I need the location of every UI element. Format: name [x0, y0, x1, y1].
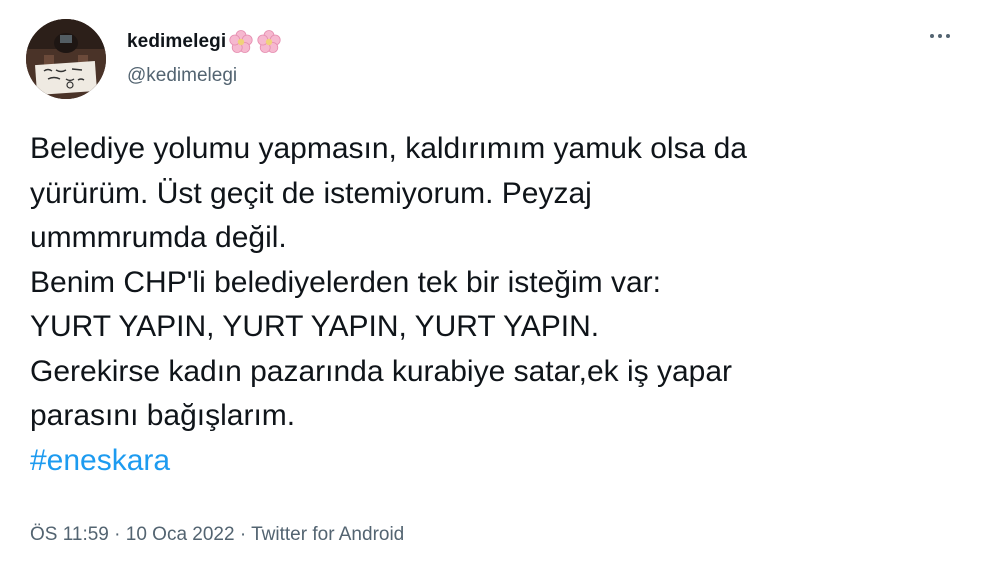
meta-separator: · — [239, 524, 247, 545]
tweet-line: YURT YAPIN, YURT YAPIN, YURT YAPIN. — [30, 310, 600, 343]
author-handle[interactable]: @kedimelegi — [127, 65, 237, 87]
author-name-row[interactable]: kedimelegi — [127, 29, 282, 55]
tweet-line: parasını bağışlarım. — [30, 399, 296, 432]
flower-emoji-icon — [228, 29, 254, 55]
tweet-line: yürürüm. Üst geçit de istemiyorum. Peyza… — [30, 176, 592, 210]
tweet-line: Belediye yolumu yapmasın, kaldırımım yam… — [30, 132, 747, 165]
flower-emoji-icon — [256, 29, 282, 55]
avatar-image — [26, 19, 106, 99]
tweet-source[interactable]: Twitter for Android — [251, 524, 404, 545]
avatar[interactable] — [26, 19, 106, 99]
more-dot — [930, 34, 934, 38]
tweet-line: ummmrumda değil. — [30, 221, 287, 254]
tweet-text: Belediye yolumu yapmasın, kaldırımım yam… — [30, 127, 950, 483]
meta-separator: · — [114, 524, 121, 545]
more-dot — [938, 34, 942, 38]
tweet-meta: ÖS 11:59 · 10 Oca 2022 · Twitter for And… — [30, 524, 404, 546]
tweet-line: Gerekirse kadın pazarında kurabiye satar… — [30, 354, 733, 388]
tweet-card: kedimelegi @kedimelegi Belediye yolumu y… — [0, 0, 984, 574]
tweet-time[interactable]: ÖS 11:59 — [30, 524, 109, 545]
tweet-date[interactable]: 10 Oca 2022 — [126, 524, 235, 545]
display-name[interactable]: kedimelegi — [127, 31, 226, 53]
more-dot — [946, 34, 950, 38]
more-options-icon[interactable] — [926, 28, 954, 44]
hashtag-link[interactable]: #eneskara — [30, 444, 170, 477]
tweet-line: Benim CHP'li belediyelerden tek bir iste… — [30, 265, 661, 299]
